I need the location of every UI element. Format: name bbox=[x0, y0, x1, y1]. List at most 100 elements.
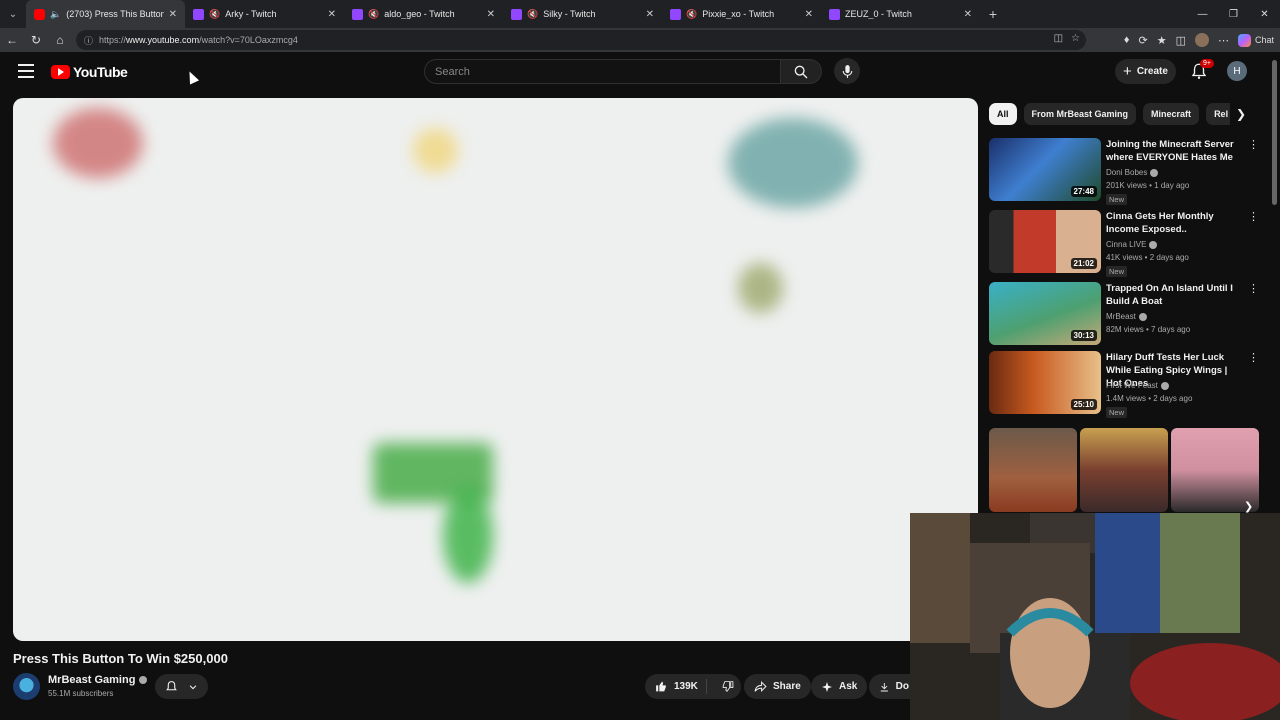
account-avatar[interactable]: H bbox=[1227, 61, 1247, 81]
video-player[interactable] bbox=[13, 98, 978, 641]
short-thumbnail[interactable] bbox=[1080, 428, 1168, 512]
restore-icon[interactable]: ❐ bbox=[1218, 0, 1249, 28]
verified-icon bbox=[139, 676, 148, 684]
copilot-chat-button[interactable]: Chat bbox=[1237, 33, 1274, 47]
share-button[interactable]: Share bbox=[744, 674, 811, 699]
recommendation-title[interactable]: Cinna Gets Her Monthly Income Exposed.. bbox=[1106, 210, 1241, 236]
browser-tab-3[interactable]: 🔇 Silky - Twitch ✕ bbox=[503, 0, 662, 28]
chevron-right-icon[interactable]: ❯ bbox=[1230, 103, 1252, 125]
twitch-favicon-icon bbox=[193, 8, 204, 20]
subscription-notifications-button[interactable] bbox=[155, 674, 208, 699]
tab-title: Pixxie_xo - Twitch bbox=[702, 9, 775, 19]
muted-icon[interactable]: 🔇 bbox=[686, 9, 697, 20]
video-thumbnail[interactable]: 27:48 bbox=[989, 138, 1101, 201]
browser-tab-2[interactable]: 🔇 aldo_geo - Twitch ✕ bbox=[344, 0, 503, 28]
chip-minecraft[interactable]: Minecraft bbox=[1143, 103, 1200, 125]
recommendation-channel[interactable]: First We Feast bbox=[1106, 381, 1169, 390]
channel-avatar[interactable] bbox=[13, 673, 40, 700]
muted-icon[interactable]: 🔇 bbox=[527, 9, 538, 20]
download-icon bbox=[880, 682, 888, 691]
share-arrow-icon bbox=[754, 680, 767, 693]
video-thumbnail[interactable]: 30:13 bbox=[989, 282, 1101, 345]
chevron-right-icon[interactable]: ❯ bbox=[1244, 500, 1253, 513]
more-options-icon[interactable]: ⋮ bbox=[1248, 284, 1259, 295]
recommendation-channel[interactable]: Doni Bobes bbox=[1106, 168, 1159, 177]
twitch-favicon-icon bbox=[829, 8, 840, 20]
chip-all[interactable]: All bbox=[989, 103, 1017, 125]
refresh-extension-icon[interactable]: ⟳ bbox=[1138, 34, 1147, 47]
favorite-star-icon[interactable]: ☆ bbox=[1071, 33, 1080, 44]
minimize-icon[interactable]: — bbox=[1187, 0, 1218, 28]
recommendation-item[interactable]: 27:48 Joining the Minecraft Server where… bbox=[989, 138, 1259, 205]
ask-button[interactable]: Ask bbox=[811, 674, 868, 699]
recommendation-item[interactable]: 21:02 Cinna Gets Her Monthly Income Expo… bbox=[989, 210, 1259, 277]
youtube-play-icon bbox=[51, 65, 70, 79]
filter-chips: All From MrBeast Gaming Minecraft Rel bbox=[989, 103, 1237, 125]
home-icon[interactable]: ⌂ bbox=[48, 28, 72, 52]
close-tab-icon[interactable]: ✕ bbox=[328, 9, 336, 20]
browser-tab-1[interactable]: 🔇 Arky - Twitch ✕ bbox=[185, 0, 344, 28]
more-menu-icon[interactable]: ⋯ bbox=[1218, 34, 1229, 47]
app-available-icon[interactable]: ◫ bbox=[1054, 33, 1063, 44]
channel-name: Cinna LIVE bbox=[1106, 240, 1147, 249]
logo-text: YouTube bbox=[73, 64, 128, 80]
more-options-icon[interactable]: ⋮ bbox=[1248, 212, 1259, 223]
like-button[interactable]: 139K bbox=[645, 679, 707, 694]
page-scrollbar[interactable] bbox=[1272, 60, 1277, 205]
more-options-icon[interactable]: ⋮ bbox=[1248, 353, 1259, 364]
recommendation-channel[interactable]: Cinna LIVE bbox=[1106, 240, 1158, 249]
channel-name: MrBeast bbox=[1106, 312, 1136, 321]
extension-icon[interactable]: ♦ bbox=[1124, 34, 1130, 46]
video-thumbnail[interactable]: 25:10 bbox=[989, 351, 1101, 414]
new-badge: New bbox=[1106, 407, 1128, 418]
search-button[interactable] bbox=[781, 59, 822, 84]
browser-tab-0[interactable]: 🔈 (2703) Press This Button To W ✕ bbox=[26, 0, 185, 28]
youtube-logo[interactable]: YouTube bbox=[51, 64, 128, 80]
address-bar[interactable]: ⓘ https://www.youtube.com/watch?v=70LOax… bbox=[76, 30, 1086, 50]
close-tab-icon[interactable]: ✕ bbox=[487, 9, 495, 20]
recommendation-channel[interactable]: MrBeast bbox=[1106, 312, 1147, 321]
tab-actions-menu-icon[interactable]: ⌄ bbox=[0, 0, 26, 28]
profile-avatar[interactable] bbox=[1194, 33, 1209, 47]
close-tab-icon[interactable]: ✕ bbox=[646, 9, 654, 20]
video-frame-blur bbox=[53, 108, 143, 178]
short-thumbnail[interactable] bbox=[989, 428, 1077, 512]
close-window-icon[interactable]: ✕ bbox=[1249, 0, 1280, 28]
new-tab-button[interactable]: + bbox=[980, 6, 1006, 22]
dislike-button[interactable] bbox=[713, 680, 742, 693]
close-tab-icon[interactable]: ✕ bbox=[169, 9, 177, 20]
create-label: Create bbox=[1136, 66, 1168, 77]
recommendation-item[interactable]: 30:13 Trapped On An Island Until I Build… bbox=[989, 282, 1259, 346]
voice-search-button[interactable] bbox=[834, 58, 860, 84]
muted-icon[interactable]: 🔇 bbox=[368, 9, 379, 20]
hamburger-menu-icon[interactable] bbox=[18, 64, 34, 78]
close-tab-icon[interactable]: ✕ bbox=[805, 9, 813, 20]
chip-from-channel[interactable]: From MrBeast Gaming bbox=[1023, 103, 1137, 125]
create-button[interactable]: + Create bbox=[1115, 59, 1176, 84]
webcam-feed bbox=[910, 513, 1280, 720]
browser-tab-4[interactable]: 🔇 Pixxie_xo - Twitch ✕ bbox=[662, 0, 821, 28]
copilot-icon bbox=[1237, 33, 1251, 47]
avatar-letter: H bbox=[1233, 65, 1241, 77]
refresh-icon[interactable]: ↻ bbox=[24, 28, 48, 52]
close-tab-icon[interactable]: ✕ bbox=[964, 9, 972, 20]
channel-name-link[interactable]: MrBeast Gaming bbox=[48, 674, 148, 686]
recommendation-item[interactable]: 25:10 Hilary Duff Tests Her Luck While E… bbox=[989, 351, 1259, 418]
recommendation-title[interactable]: Joining the Minecraft Server where EVERY… bbox=[1106, 138, 1241, 164]
browser-tab-5[interactable]: ZEUZ_0 - Twitch ✕ bbox=[821, 0, 980, 28]
video-thumbnail[interactable]: 21:02 bbox=[989, 210, 1101, 273]
recommendation-title[interactable]: Trapped On An Island Until I Build A Boa… bbox=[1106, 282, 1241, 308]
muted-icon[interactable]: 🔇 bbox=[209, 9, 220, 20]
site-info-icon[interactable]: ⓘ bbox=[84, 34, 93, 47]
collections-icon[interactable]: ◫ bbox=[1176, 34, 1186, 47]
plus-icon: + bbox=[1123, 63, 1132, 80]
favorites-icon[interactable]: ★ bbox=[1157, 34, 1167, 47]
new-badge: New bbox=[1106, 194, 1128, 205]
speaker-icon[interactable]: 🔈 bbox=[50, 9, 61, 20]
bell-icon bbox=[166, 681, 177, 691]
more-options-icon[interactable]: ⋮ bbox=[1248, 140, 1259, 151]
back-arrow-icon[interactable]: ← bbox=[0, 28, 24, 52]
chat-label: Chat bbox=[1254, 35, 1274, 45]
chevron-down-icon bbox=[189, 684, 197, 689]
search-input[interactable]: Search bbox=[424, 59, 781, 84]
